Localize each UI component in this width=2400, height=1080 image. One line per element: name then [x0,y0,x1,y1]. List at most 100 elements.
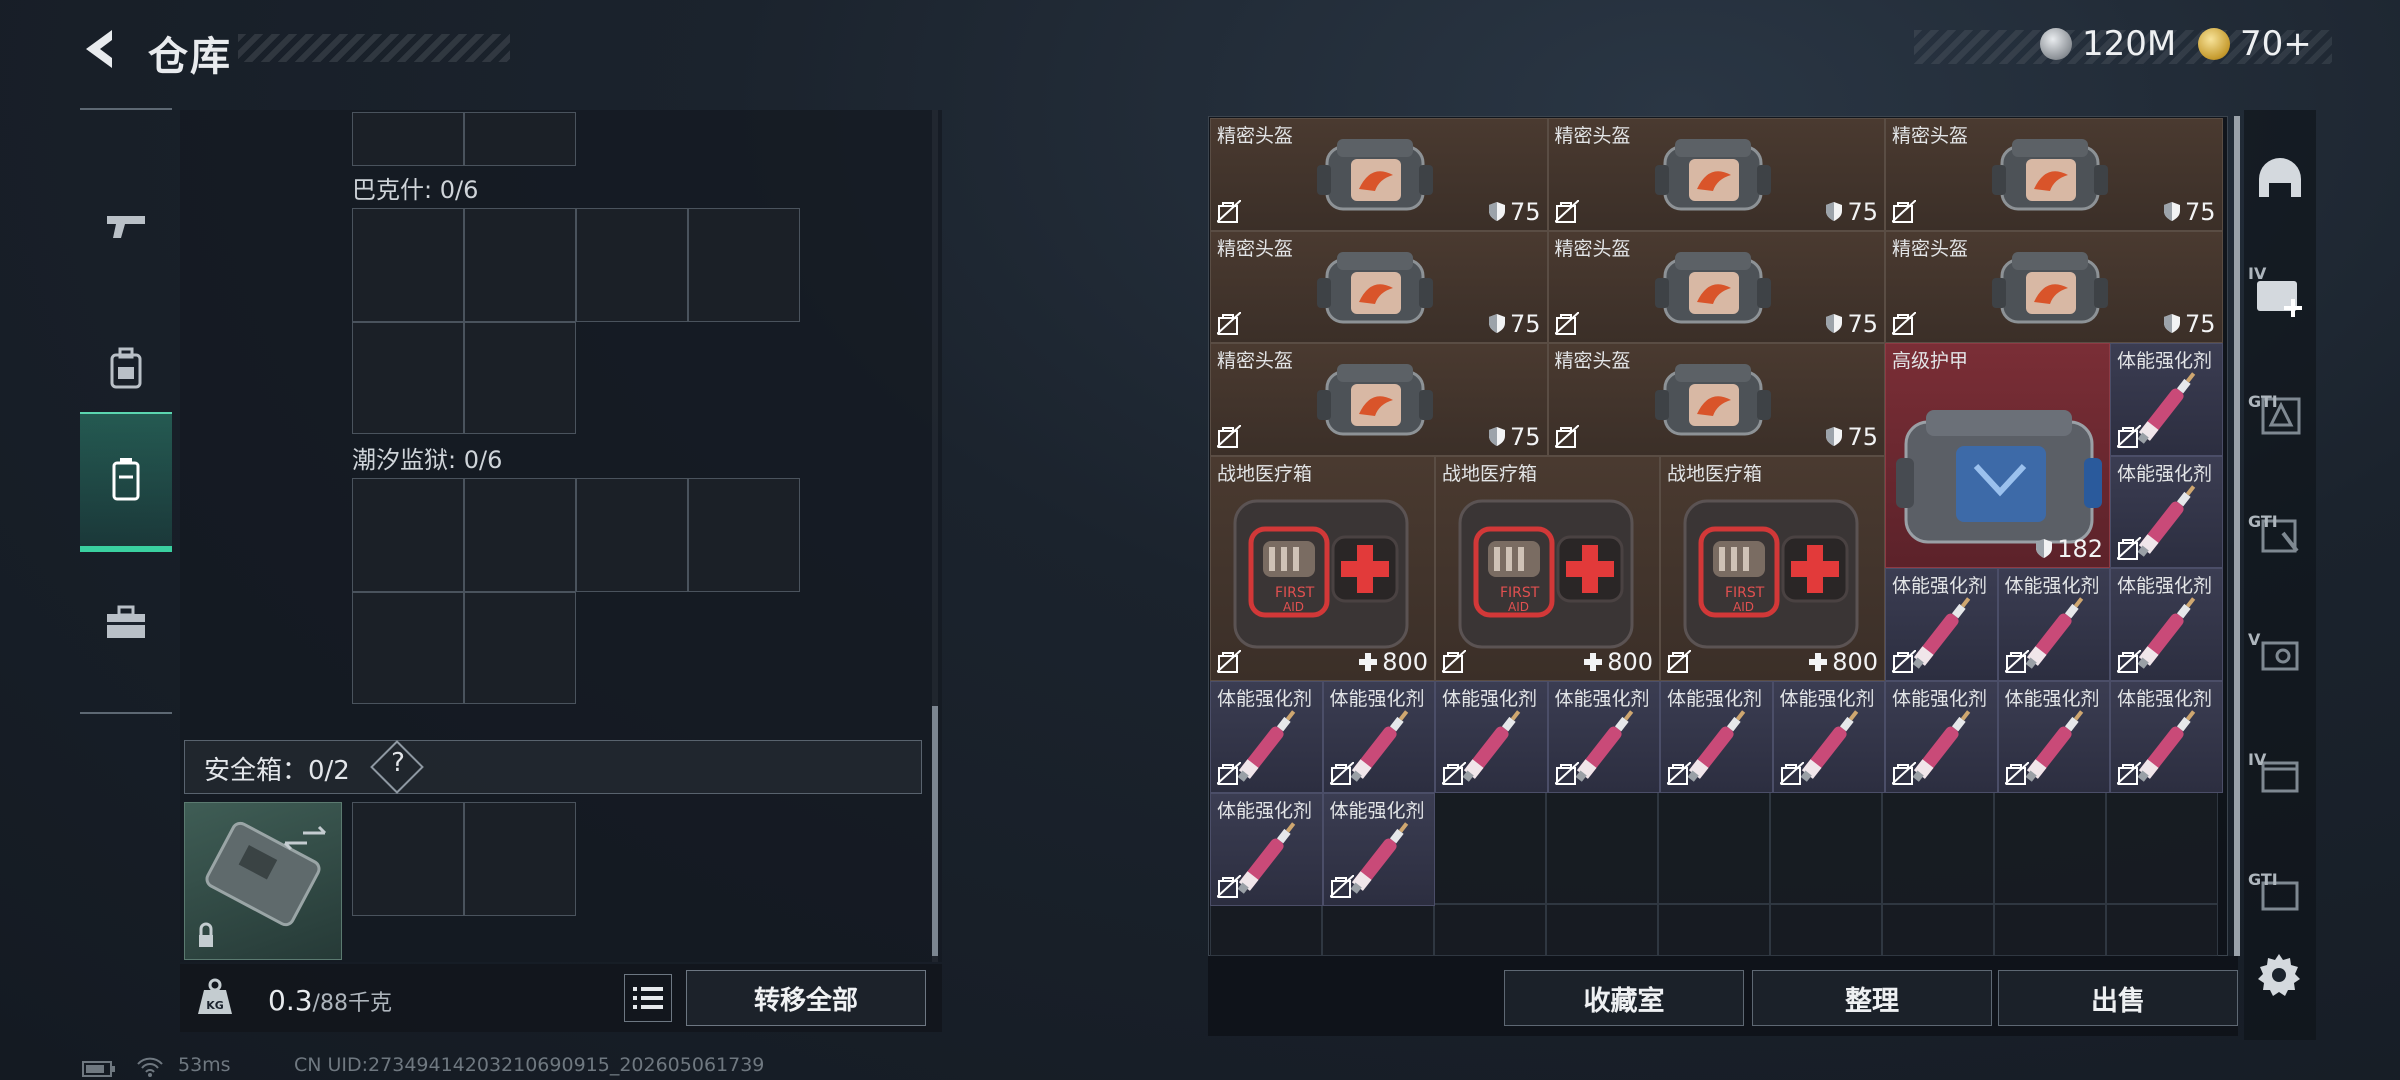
helmet-item[interactable]: 精密头盔 75 [1547,230,1885,343]
item-stat-value: 75 [1847,310,1878,338]
medkit-item[interactable]: 战地医疗箱 FIRST AID 800 [1210,455,1435,681]
stimulant-item[interactable]: 体能强化剂 [1997,568,2110,681]
stimulant-item[interactable]: 体能强化剂 [1772,680,1885,793]
stimulant-item[interactable]: 体能强化剂 [1322,793,1435,906]
helmet-image [1317,364,1433,436]
safebox-item[interactable] [184,802,342,960]
stimulant-item[interactable]: 体能强化剂 [1660,680,1773,793]
slot-cell[interactable] [688,208,800,322]
no-lock-icon [1667,762,1691,785]
weight-icon-text: KG [206,999,224,1012]
stimulant-item[interactable]: 体能强化剂 [1885,680,1998,793]
stimulant-item[interactable]: 体能强化剂 [1885,568,1998,681]
gold-amount: 70+ [2240,24,2312,64]
helmet-item[interactable]: 精密头盔 75 [1210,118,1548,231]
helmet-image [1992,139,2108,211]
tab-equipment[interactable] [2250,150,2310,210]
item-stat: 800 [1583,648,1653,676]
stimulant-item[interactable]: 体能强化剂 [1547,680,1660,793]
stimulant-item[interactable]: 体能强化剂 [2110,568,2223,681]
silver-coin-icon [2040,28,2072,60]
helmet-item[interactable]: 精密头盔 75 [1885,118,2223,231]
silver-amount: 120M [2082,24,2177,64]
slot-cell[interactable] [352,322,464,434]
no-lock-icon [2004,649,2029,673]
no-lock-icon [1217,649,1241,673]
item-stat-value: 75 [2184,197,2216,226]
empty-cell[interactable] [1770,904,1882,956]
empty-cell[interactable] [1882,904,1994,956]
safebox-slot[interactable] [464,802,576,916]
tab-medical-tier: IV [2248,264,2267,283]
stimulant-item[interactable]: 体能强化剂 [1210,793,1323,906]
tab-toolbox[interactable] [80,552,172,692]
empty-cell[interactable] [1322,904,1434,956]
slot-cell[interactable] [352,112,464,166]
safebox-slot[interactable] [352,802,464,916]
bakshi-label: 巴克什: 0/6 [352,176,479,204]
helmet-item[interactable]: 精密头盔 75 [1210,343,1548,456]
stimulant-item[interactable]: 体能强化剂 [1997,680,2110,793]
medkit-item[interactable]: 战地医疗箱 FIRST AID 800 [1435,455,1660,681]
tab-container[interactable] [80,412,172,552]
sell-button[interactable]: 出售 [1998,970,2238,1026]
list-view-button[interactable] [624,974,672,1022]
item-name: 高级护甲 [1892,350,1969,372]
helmet-item[interactable]: 精密头盔 75 [1885,230,2223,343]
helmet-item[interactable]: 精密头盔 75 [1210,230,1548,343]
slot-cell[interactable] [352,208,464,322]
transfer-all-button[interactable]: 转移全部 [686,970,926,1026]
armor-image [1896,410,2102,544]
slot-cell[interactable] [464,322,576,434]
stimulant-item[interactable]: 体能强化剂 [2110,680,2223,793]
slot-cell[interactable] [576,208,688,322]
tab-weapons[interactable] [80,158,172,298]
slot-cell[interactable] [464,208,576,322]
gear-icon[interactable] [2254,950,2304,1000]
medkit-item[interactable]: 战地医疗箱 FIRST AID 800 [1660,455,1885,681]
organize-button[interactable]: 整理 [1752,970,1992,1026]
stimulant-item[interactable]: 体能强化剂 [1435,680,1548,793]
slot-cell[interactable] [688,478,800,592]
empty-cell[interactable] [2106,792,2218,904]
empty-cell[interactable] [1882,792,1994,904]
empty-cell[interactable] [1658,904,1770,956]
armor-item[interactable]: 高级护甲 182 [1885,343,2110,568]
stimulant-item[interactable]: 体能强化剂 [2110,455,2223,568]
helmet-item[interactable]: 精密头盔 75 [1547,343,1885,456]
empty-cell[interactable] [1994,904,2106,956]
slot-cell[interactable] [464,478,576,592]
empty-cell[interactable] [1546,792,1658,904]
empty-cell[interactable] [1546,904,1658,956]
slot-cell[interactable] [464,592,576,704]
item-name: 精密头盔 [1217,237,1294,260]
collection-room-button[interactable]: 收藏室 [1504,970,1744,1026]
tab-upgrade-5-tier: GTI [2248,870,2278,889]
stimulant-item[interactable]: 体能强化剂 [1322,680,1435,793]
stimulant-item[interactable]: 体能强化剂 [2110,343,2223,456]
empty-cell[interactable] [1434,904,1546,956]
empty-cell[interactable] [1210,904,1322,956]
inventory-scrollbar[interactable] [2234,116,2240,956]
back-arrow-icon[interactable] [76,24,126,74]
empty-cell[interactable] [1770,792,1882,904]
slot-cell[interactable] [352,478,464,592]
stimulant-item[interactable]: 体能强化剂 [1210,680,1323,793]
empty-cell[interactable] [1434,792,1546,904]
item-stat-value: 75 [2184,310,2216,338]
durability-shield-icon [1826,426,1843,446]
tab-upgrade-1-tier: GTI [2248,392,2278,411]
battery-icon [82,1061,115,1077]
slot-cell[interactable] [352,592,464,704]
empty-cell[interactable] [2106,904,2218,956]
slot-cell[interactable] [576,478,688,592]
ping: 53ms [178,1054,231,1076]
empty-cell[interactable] [1658,792,1770,904]
item-name: 精密头盔 [1554,125,1631,147]
left-scrollbar[interactable] [932,706,938,956]
no-lock-icon [2004,762,2029,785]
slot-cell[interactable] [464,112,576,166]
svg-text:AID: AID [1283,600,1304,614]
empty-cell[interactable] [1994,792,2106,904]
helmet-item[interactable]: 精密头盔 75 [1547,118,1885,231]
